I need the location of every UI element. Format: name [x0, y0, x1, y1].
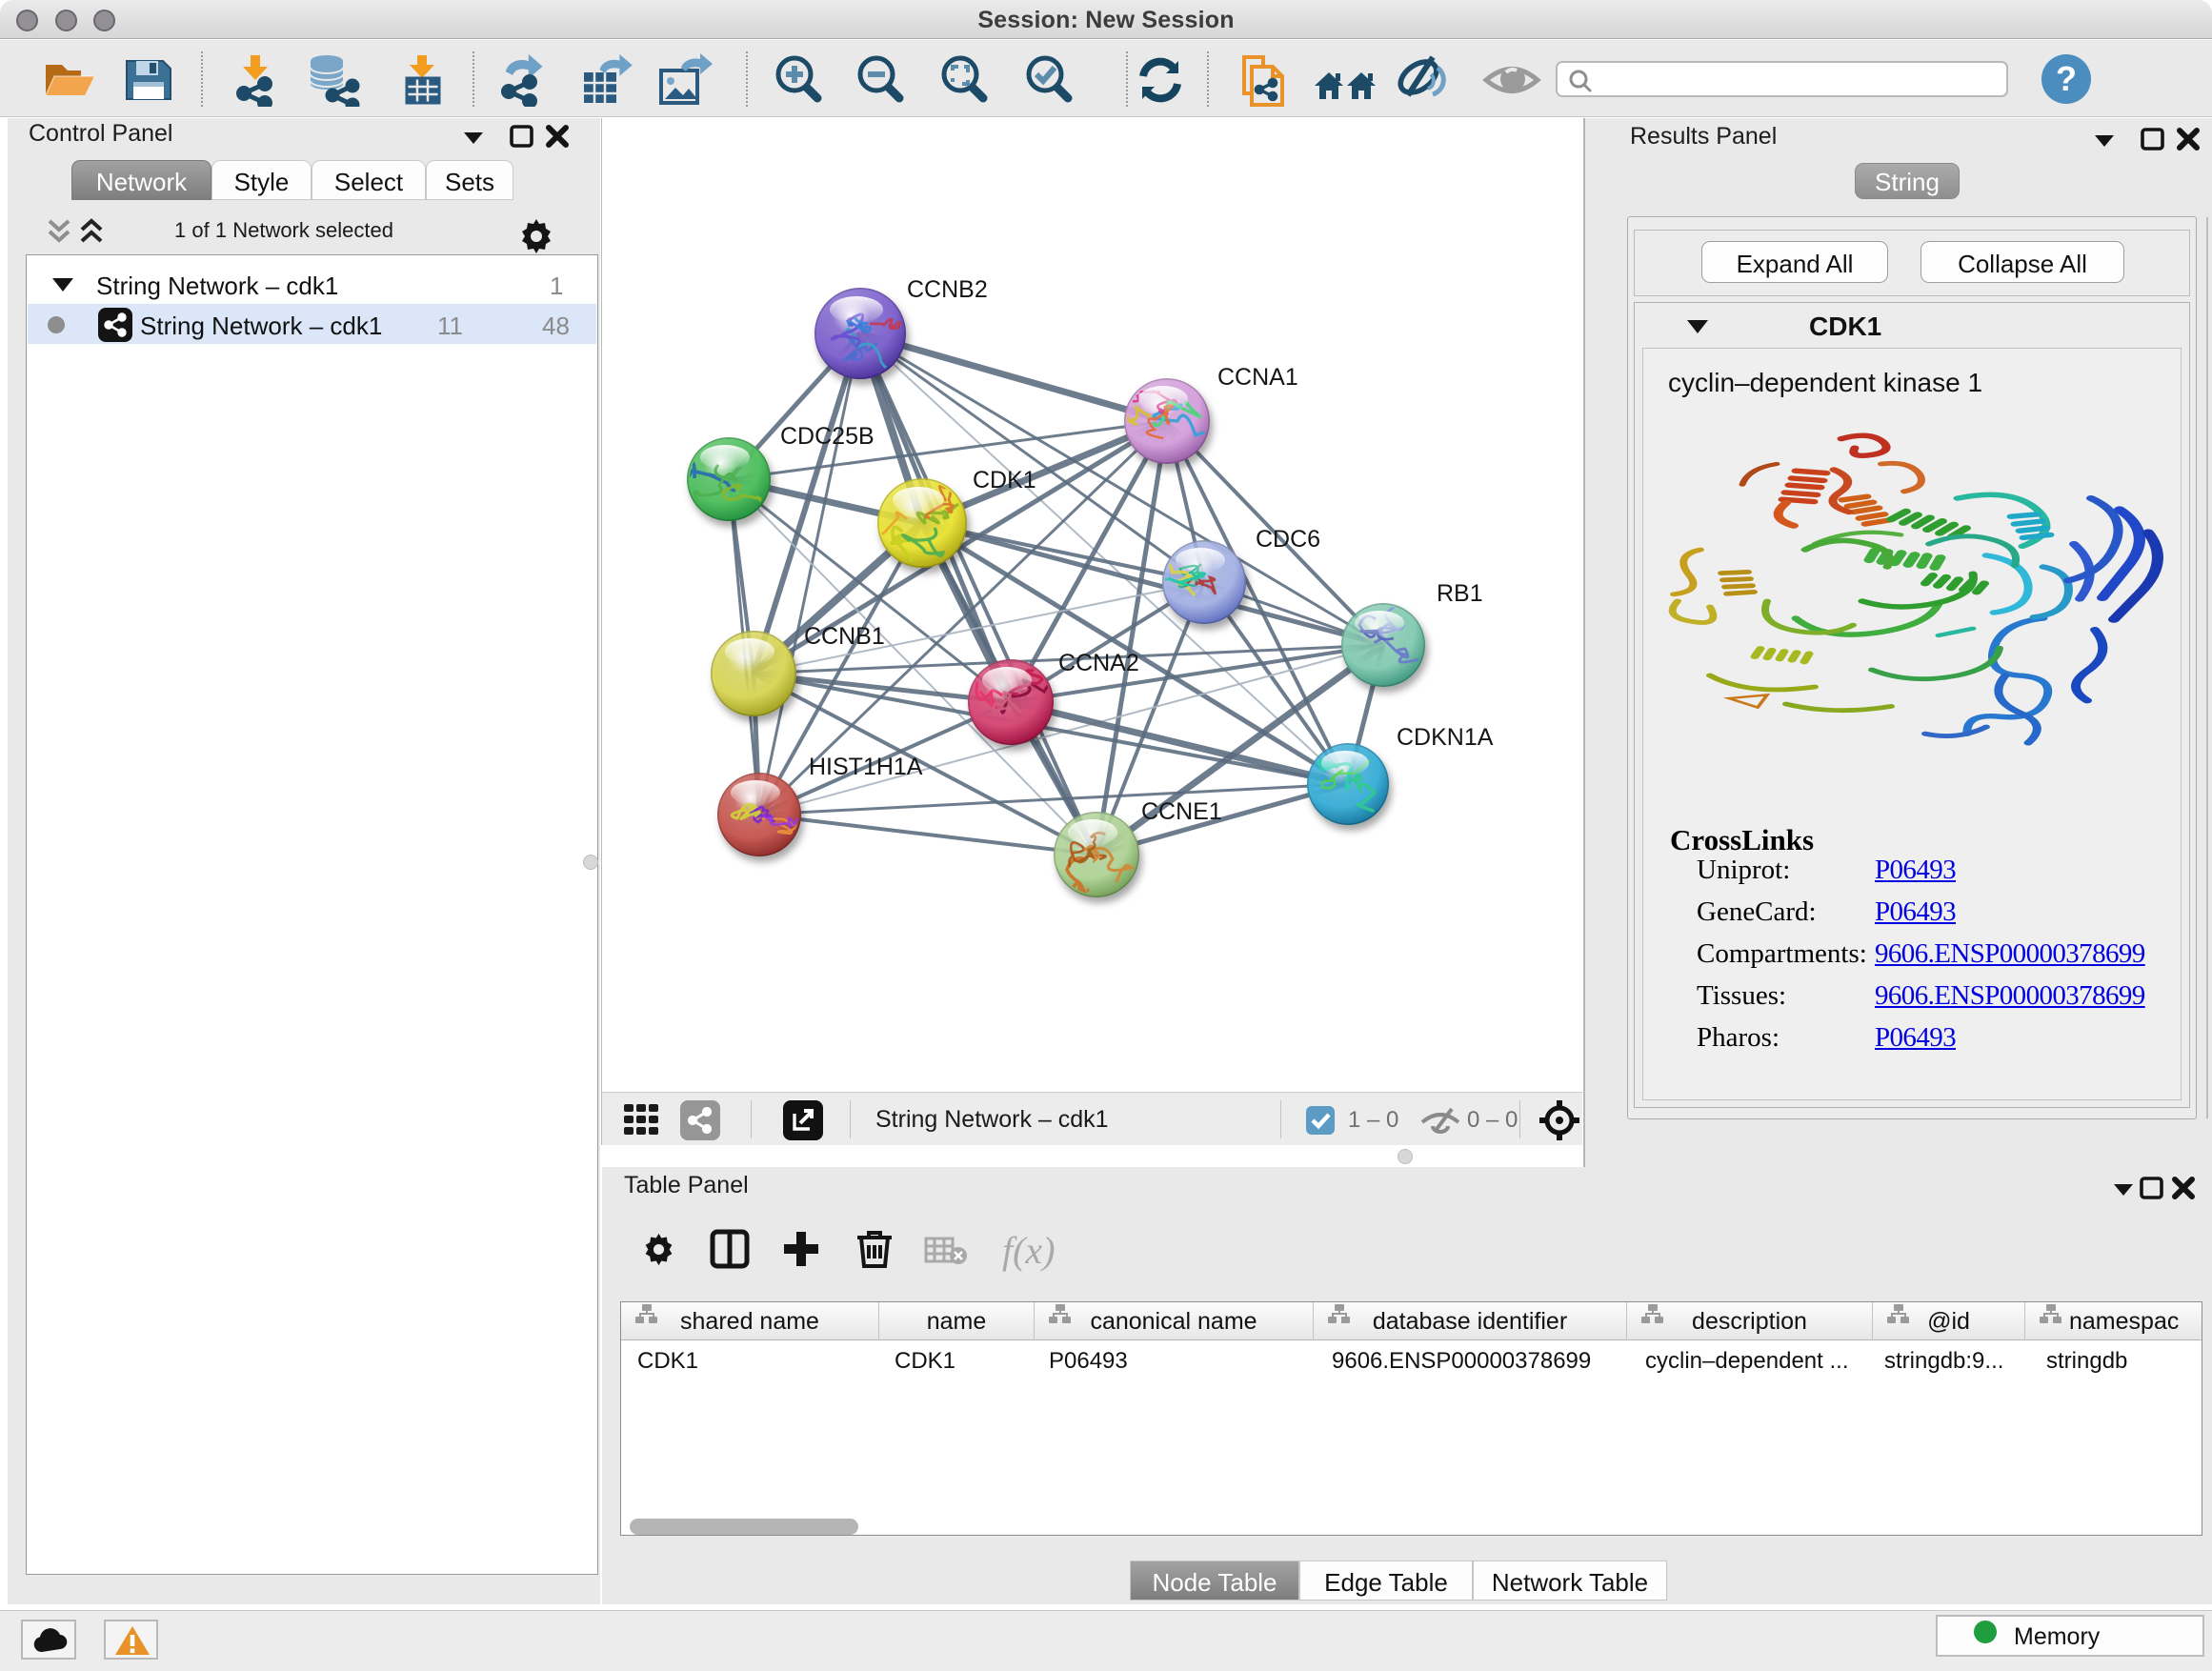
svg-text:CDC6: CDC6 [1256, 526, 1320, 553]
svg-text:CCNB1: CCNB1 [804, 623, 885, 650]
svg-text:HIST1H1A: HIST1H1A [809, 754, 923, 780]
svg-text:CDK1: CDK1 [973, 467, 1036, 493]
svg-text:CCNE1: CCNE1 [1141, 798, 1222, 825]
svg-text:CDC25B: CDC25B [780, 423, 875, 450]
svg-text:RB1: RB1 [1437, 580, 1483, 607]
svg-text:CCNA1: CCNA1 [1217, 364, 1298, 391]
svg-text:?: ? [2056, 59, 2077, 98]
svg-text:CCNA2: CCNA2 [1058, 650, 1139, 676]
svg-text:CDKN1A: CDKN1A [1397, 724, 1494, 751]
svg-text:CCNB2: CCNB2 [907, 276, 988, 303]
